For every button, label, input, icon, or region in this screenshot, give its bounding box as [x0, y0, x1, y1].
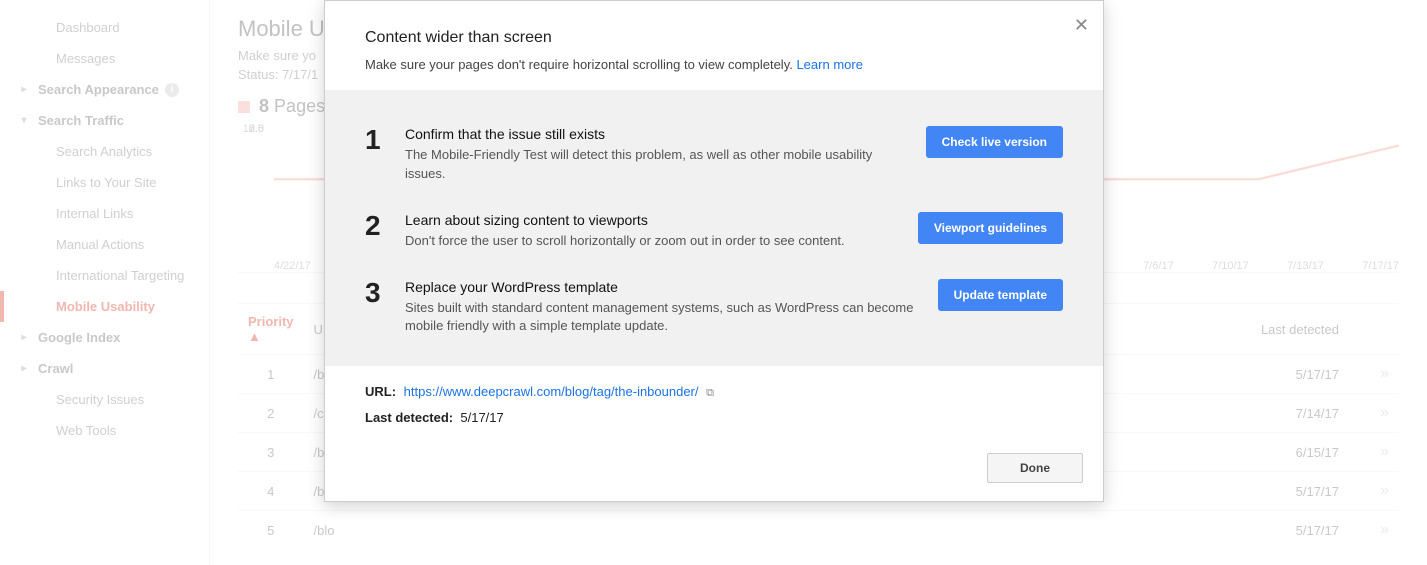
learn-more-link[interactable]: Learn more	[796, 57, 862, 72]
update-template-button[interactable]: Update template	[938, 279, 1063, 311]
step-number: 3	[365, 279, 405, 307]
url-row: URL: https://www.deepcrawl.com/blog/tag/…	[365, 384, 1063, 400]
step-3: 3 Replace your WordPress template Sites …	[355, 265, 1073, 351]
step-body: The Mobile-Friendly Test will detect thi…	[405, 146, 906, 184]
check-live-version-button[interactable]: Check live version	[926, 126, 1063, 158]
step-2: 2 Learn about sizing content to viewport…	[355, 198, 1073, 265]
issue-url-link[interactable]: https://www.deepcrawl.com/blog/tag/the-i…	[404, 384, 699, 399]
viewport-guidelines-button[interactable]: Viewport guidelines	[918, 212, 1063, 244]
step-title: Learn about sizing content to viewports	[405, 212, 898, 228]
modal-subtitle: Make sure your pages don't require horiz…	[365, 57, 1063, 72]
done-button[interactable]: Done	[987, 453, 1083, 483]
modal-title: Content wider than screen	[365, 29, 1063, 47]
last-detected-row: Last detected: 5/17/17	[365, 410, 1063, 425]
step-body: Sites built with standard content manage…	[405, 299, 918, 337]
step-1: 1 Confirm that the issue still exists Th…	[355, 112, 1073, 198]
step-number: 2	[365, 212, 405, 240]
step-number: 1	[365, 126, 405, 154]
issue-details-modal: ✕ Content wider than screen Make sure yo…	[324, 0, 1104, 502]
step-body: Don't force the user to scroll horizonta…	[405, 232, 898, 251]
step-title: Replace your WordPress template	[405, 279, 918, 295]
close-icon[interactable]: ✕	[1074, 15, 1089, 36]
external-link-icon: ⧉	[706, 387, 714, 400]
step-title: Confirm that the issue still exists	[405, 126, 906, 142]
